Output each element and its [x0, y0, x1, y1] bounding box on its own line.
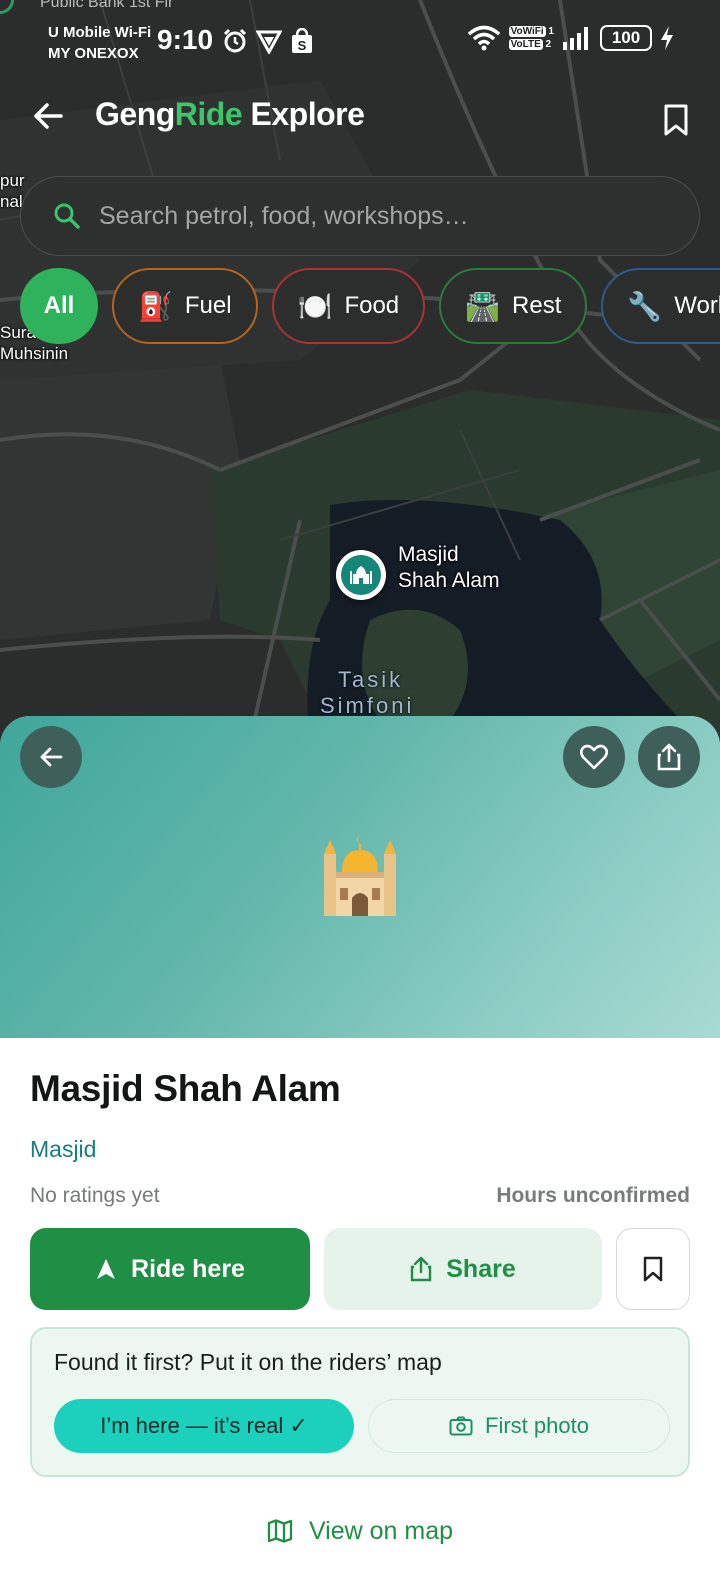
view-on-map-label: View on map	[308, 1516, 454, 1545]
food-icon: 🍽️	[297, 290, 333, 322]
explore-screen: pur nal Sura Muhsinin Masjid Shah Alam Tasi…	[0, 0, 720, 1592]
app-title: GengRide Explore	[95, 96, 365, 133]
volte-label: VoLTE	[508, 39, 543, 50]
carrier-info: U Mobile Wi-Fi MY ONEXOX	[48, 22, 151, 64]
hero-share-button[interactable]	[638, 726, 700, 788]
mosque-icon	[324, 834, 396, 916]
wrench-icon: 🔧	[627, 290, 663, 322]
notification-peek: Public Bank 1st Flr	[40, 0, 174, 11]
bookmark-icon	[643, 1256, 663, 1282]
place-category[interactable]: Masjid	[30, 1136, 96, 1163]
brand-geng: Geng	[95, 96, 175, 132]
search-bar[interactable]	[20, 176, 700, 256]
chip-rest-label: Rest	[512, 292, 562, 319]
navigation-arrow-icon	[97, 1259, 116, 1279]
fuel-icon: ⛽	[138, 290, 173, 322]
search-icon	[54, 203, 80, 229]
save-button[interactable]	[616, 1228, 690, 1310]
brand-ride: Ride	[174, 96, 243, 132]
app-header: GengRide Explore	[0, 88, 720, 148]
arrow-left-icon	[40, 747, 63, 767]
notification-icon	[0, 0, 14, 14]
chip-rest[interactable]: 🛣️ Rest	[439, 268, 588, 344]
alarm-icon	[223, 28, 247, 53]
carrier-line1: U Mobile Wi-Fi	[48, 24, 152, 41]
chip-workshop[interactable]: 🔧 Workshop	[601, 268, 720, 344]
share-icon	[657, 743, 681, 771]
favorite-button[interactable]	[563, 726, 625, 788]
bookmark-icon	[664, 104, 688, 136]
wifi-icon	[467, 25, 500, 51]
shopping-bag-icon: S	[292, 28, 312, 53]
status-icons: S	[222, 28, 314, 54]
share-label: Share	[446, 1254, 516, 1283]
place-name: Masjid Shah Alam	[30, 1068, 341, 1109]
status-bar: Public Bank 1st Flr U Mobile Wi-Fi MY ON…	[0, 0, 720, 72]
share-icon	[411, 1256, 432, 1282]
view-on-map-link[interactable]: View on map	[0, 1506, 720, 1556]
chip-fuel-label: Fuel	[184, 292, 232, 319]
saved-places-button[interactable]	[656, 100, 696, 140]
status-right: VoWiFi 1 VoLTE 2 100	[467, 24, 674, 52]
clock: 9:10	[157, 24, 214, 55]
search-input[interactable]	[99, 201, 659, 231]
chip-food[interactable]: 🍽️ Food	[271, 268, 426, 344]
first-photo-label: First photo	[485, 1413, 589, 1438]
poi-name-label: Masjid Shah Alam	[398, 542, 500, 594]
poi-name-line1: Masjid	[398, 543, 459, 566]
arrow-left-icon	[34, 103, 63, 129]
category-chips: All ⛽ Fuel 🍽️ Food 🛣️ Rest 🔧 Workshop	[20, 268, 720, 344]
map-icon	[267, 1519, 293, 1543]
ride-here-button[interactable]: Ride here	[30, 1228, 310, 1310]
place-hero	[0, 716, 720, 1038]
first-photo-button[interactable]: First photo	[368, 1399, 670, 1453]
ratings-text: No ratings yet	[30, 1184, 160, 1207]
poi-pin-masjid[interactable]	[336, 550, 386, 600]
vowifi-label: VoWiFi	[508, 26, 546, 37]
signal-icon	[563, 27, 588, 50]
lake-label: Tasik	[338, 667, 404, 692]
heart-icon	[580, 744, 608, 770]
vpn-shield-icon	[256, 30, 282, 54]
chip-fuel[interactable]: ⛽ Fuel	[112, 268, 258, 344]
svg-text:S: S	[298, 38, 307, 53]
chip-all[interactable]: All	[20, 268, 98, 344]
mosque-pin-icon	[341, 555, 381, 595]
volte-indicator: VoWiFi 1 VoLTE 2	[508, 26, 554, 50]
rest-icon: 🛣️	[465, 290, 501, 322]
poi-name-line2: Shah Alam	[398, 569, 500, 592]
confirm-real-button[interactable]: I’m here — it’s real ✓	[54, 1399, 354, 1453]
chip-all-label: All	[43, 292, 75, 319]
carrier-line2: MY ONEXOX	[48, 45, 139, 62]
ride-here-label: Ride here	[131, 1254, 245, 1283]
sheet-back-button[interactable]	[20, 726, 82, 788]
camera-icon	[449, 1416, 473, 1436]
share-button[interactable]: Share	[324, 1228, 602, 1310]
contribute-title: Found it first? Put it on the riders’ ma…	[54, 1349, 442, 1375]
charging-icon	[661, 26, 673, 50]
chip-workshop-label: Workshop	[674, 292, 720, 319]
contribute-card: Found it first? Put it on the riders’ ma…	[30, 1327, 690, 1477]
battery-indicator: 100	[600, 25, 652, 51]
chip-food-label: Food	[344, 292, 400, 319]
place-detail-sheet: Masjid Shah Alam Masjid No ratings yet H…	[0, 716, 720, 1592]
brand-explore: Explore	[242, 96, 365, 132]
hours-status: Hours unconfirmed	[496, 1184, 690, 1207]
back-button[interactable]	[28, 96, 68, 136]
